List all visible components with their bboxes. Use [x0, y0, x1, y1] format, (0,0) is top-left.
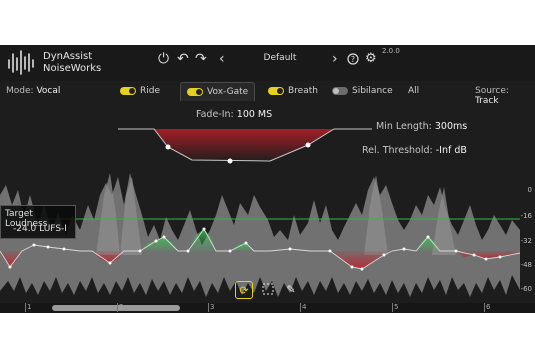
db-tick: -48: [520, 261, 532, 269]
timeline-marker: 6: [484, 303, 491, 312]
db-tick: -60: [520, 285, 532, 293]
timeline-marker: 1: [25, 303, 32, 312]
timeline-ruler[interactable]: 1 2 3 4 5 6: [0, 303, 535, 313]
timeline-marker: 5: [392, 303, 399, 312]
pencil-icon[interactable]: ✎: [283, 281, 299, 297]
timeline-marker: 2: [117, 303, 124, 312]
db-tick: 0: [527, 186, 532, 194]
timeline-scrollbar[interactable]: [52, 305, 180, 311]
timeline-marker: 3: [208, 303, 215, 312]
selection-icon[interactable]: [260, 281, 276, 297]
db-tick: -16: [520, 212, 532, 220]
threshold-handle[interactable]: [227, 158, 233, 164]
fade-out-handle[interactable]: [305, 142, 311, 148]
timeline-marker: 4: [300, 303, 307, 312]
target-loudness-value: -24.0 LUFS-I: [13, 224, 67, 234]
fade-in-handle[interactable]: [165, 144, 171, 150]
editor-canvas: [0, 128, 535, 303]
gate-envelope[interactable]: [118, 128, 372, 164]
db-tick: -32: [520, 237, 532, 245]
loop-icon[interactable]: ⟳: [235, 281, 253, 299]
plugin-window: DynAssist NoiseWorks ⏻ ↶ ↷ ‹ Default › ?…: [0, 45, 535, 313]
target-loudness-box[interactable]: Target Loudness -24.0 LUFS-I: [0, 205, 76, 239]
